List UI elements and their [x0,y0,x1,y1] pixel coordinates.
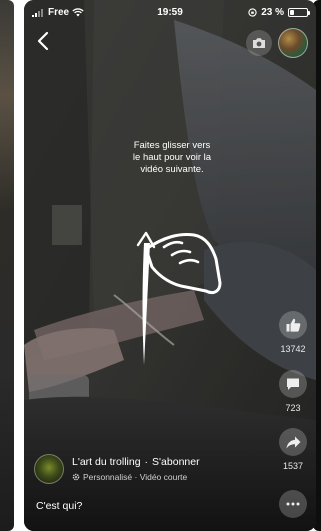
more-dots-icon [286,502,300,506]
swipe-up-hand-icon [136,231,222,365]
camera-button[interactable] [246,30,272,56]
video-caption[interactable]: C'est qui? [36,500,82,512]
author-info: L'art du trolling · S'abonner Personnalisé… [34,454,274,486]
comment-bubble-icon [287,378,299,390]
thumbs-up-icon [286,318,300,332]
share-action[interactable]: 1537 [277,428,309,471]
status-bar: Free 19:59 23 % [24,5,316,21]
author-name-row: L'art du trolling · S'abonner [72,456,200,468]
orientation-lock-icon [248,8,257,17]
reel-video-card[interactable]: Free 19:59 23 % Faites glisser vers le h… [24,0,316,531]
more-action[interactable] [277,490,309,518]
profile-avatar[interactable] [278,28,308,58]
author-name[interactable]: L'art du trolling [72,456,141,468]
author-separator: · [144,456,149,468]
like-action[interactable]: 13742 [277,311,309,354]
swipe-hint-text: Faites glisser vers le haut pour voir la… [132,140,212,175]
comment-action[interactable]: 723 [277,370,309,413]
battery-icon [288,8,310,17]
battery-percent: 23 % [261,7,284,18]
more-button[interactable] [279,490,307,518]
follow-button[interactable]: S'abonner [152,456,200,468]
share-count: 1537 [282,461,304,471]
share-button[interactable] [279,428,307,456]
chevron-left-icon[interactable] [34,30,54,52]
camera-icon [253,38,265,48]
status-right-group: 23 % [248,7,310,18]
share-arrow-icon [286,436,300,448]
gear-icon [72,473,80,481]
author-avatar[interactable] [34,454,64,484]
comment-button[interactable] [279,370,307,398]
author-subtitle-row: Personnalisé · Vidéo courte [72,472,187,482]
battery-fill [290,10,295,15]
screen: Free 19:59 23 % Faites glisser vers le h… [0,0,321,531]
comment-count: 723 [285,403,301,413]
like-button[interactable] [279,311,307,339]
like-count: 13742 [280,344,306,354]
author-subtitle: Personnalisé · Vidéo courte [83,472,188,482]
previous-reel-card-edge[interactable] [0,0,14,531]
